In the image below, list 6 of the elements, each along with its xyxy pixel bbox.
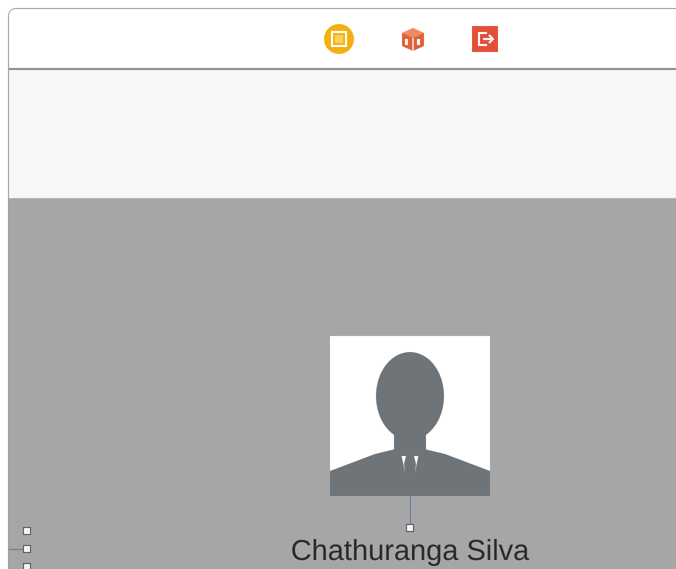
name-label: Chathuranga Silva xyxy=(290,534,530,568)
resize-handle[interactable] xyxy=(23,545,31,553)
resize-handle[interactable] xyxy=(406,524,414,532)
resize-handle[interactable] xyxy=(23,563,31,569)
resize-handle[interactable] xyxy=(23,527,31,535)
exit-icon[interactable] xyxy=(471,24,499,52)
